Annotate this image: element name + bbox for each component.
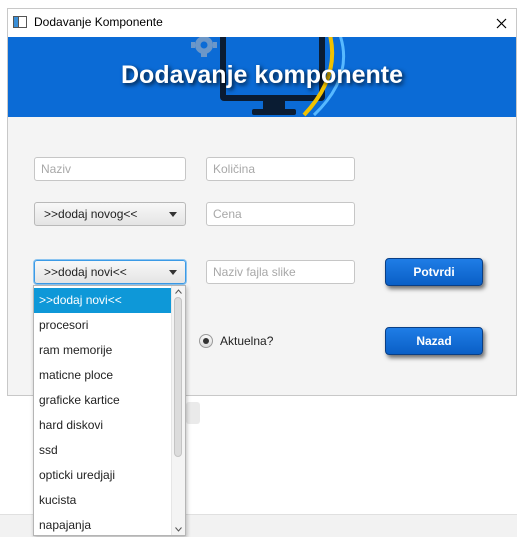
kolicina-input[interactable] (206, 157, 355, 181)
cena-input[interactable] (206, 202, 355, 226)
close-button[interactable] (486, 9, 516, 37)
aktuelna-label: Aktuelna? (220, 334, 274, 348)
scroll-down-icon[interactable] (175, 527, 182, 532)
chevron-down-icon (169, 270, 177, 275)
kategorija-combo-value: >>dodaj novi<< (44, 265, 127, 279)
kategorija-combo[interactable]: >>dodaj novi<< (34, 260, 186, 284)
nazad-button[interactable]: Nazad (385, 327, 483, 355)
banner-title: Dodavanje komponente (121, 61, 403, 89)
dropdown-item-dodaj-novi[interactable]: >>dodaj novi<< (34, 288, 172, 313)
proizvodjac-combo[interactable]: >>dodaj novog<< (34, 202, 186, 226)
close-icon (496, 18, 506, 28)
dropdown-item-ssd[interactable]: ssd (34, 438, 172, 463)
kategorija-dropdown-list[interactable]: >>dodaj novi<< procesori ram memorije ma… (33, 285, 186, 536)
background-shape (186, 402, 200, 424)
dropdown-item-opticki-uredjaji[interactable]: opticki uredjaji (34, 463, 172, 488)
dropdown-item-ram-memorije[interactable]: ram memorije (34, 338, 172, 363)
window-icon (13, 16, 27, 28)
dropdown-item-napajanja[interactable]: napajanja (34, 513, 172, 535)
dropdown-item-hard-diskovi[interactable]: hard diskovi (34, 413, 172, 438)
title-bar: Dodavanje Komponente (8, 9, 516, 37)
naziv-input[interactable] (34, 157, 186, 181)
header-banner: Dodavanje komponente (8, 37, 516, 117)
dropdown-scrollbar[interactable] (171, 286, 185, 535)
dropdown-item-kucista[interactable]: kucista (34, 488, 172, 513)
aktuelna-radio[interactable]: Aktuelna? (199, 334, 273, 348)
potvrdi-button[interactable]: Potvrdi (385, 258, 483, 286)
dropdown-item-maticne-ploce[interactable]: maticne ploce (34, 363, 172, 388)
window-title: Dodavanje Komponente (34, 15, 163, 29)
radio-dot (203, 338, 209, 344)
scroll-up-icon[interactable] (175, 289, 182, 294)
chevron-down-icon (169, 212, 177, 217)
dropdown-item-graficke-kartice[interactable]: graficke kartice (34, 388, 172, 413)
scrollbar-thumb[interactable] (174, 297, 182, 457)
dropdown-item-procesori[interactable]: procesori (34, 313, 172, 338)
aktuelna-radio-button[interactable] (199, 334, 213, 348)
proizvodjac-combo-value: >>dodaj novog<< (44, 207, 138, 221)
slika-input[interactable] (206, 260, 355, 284)
